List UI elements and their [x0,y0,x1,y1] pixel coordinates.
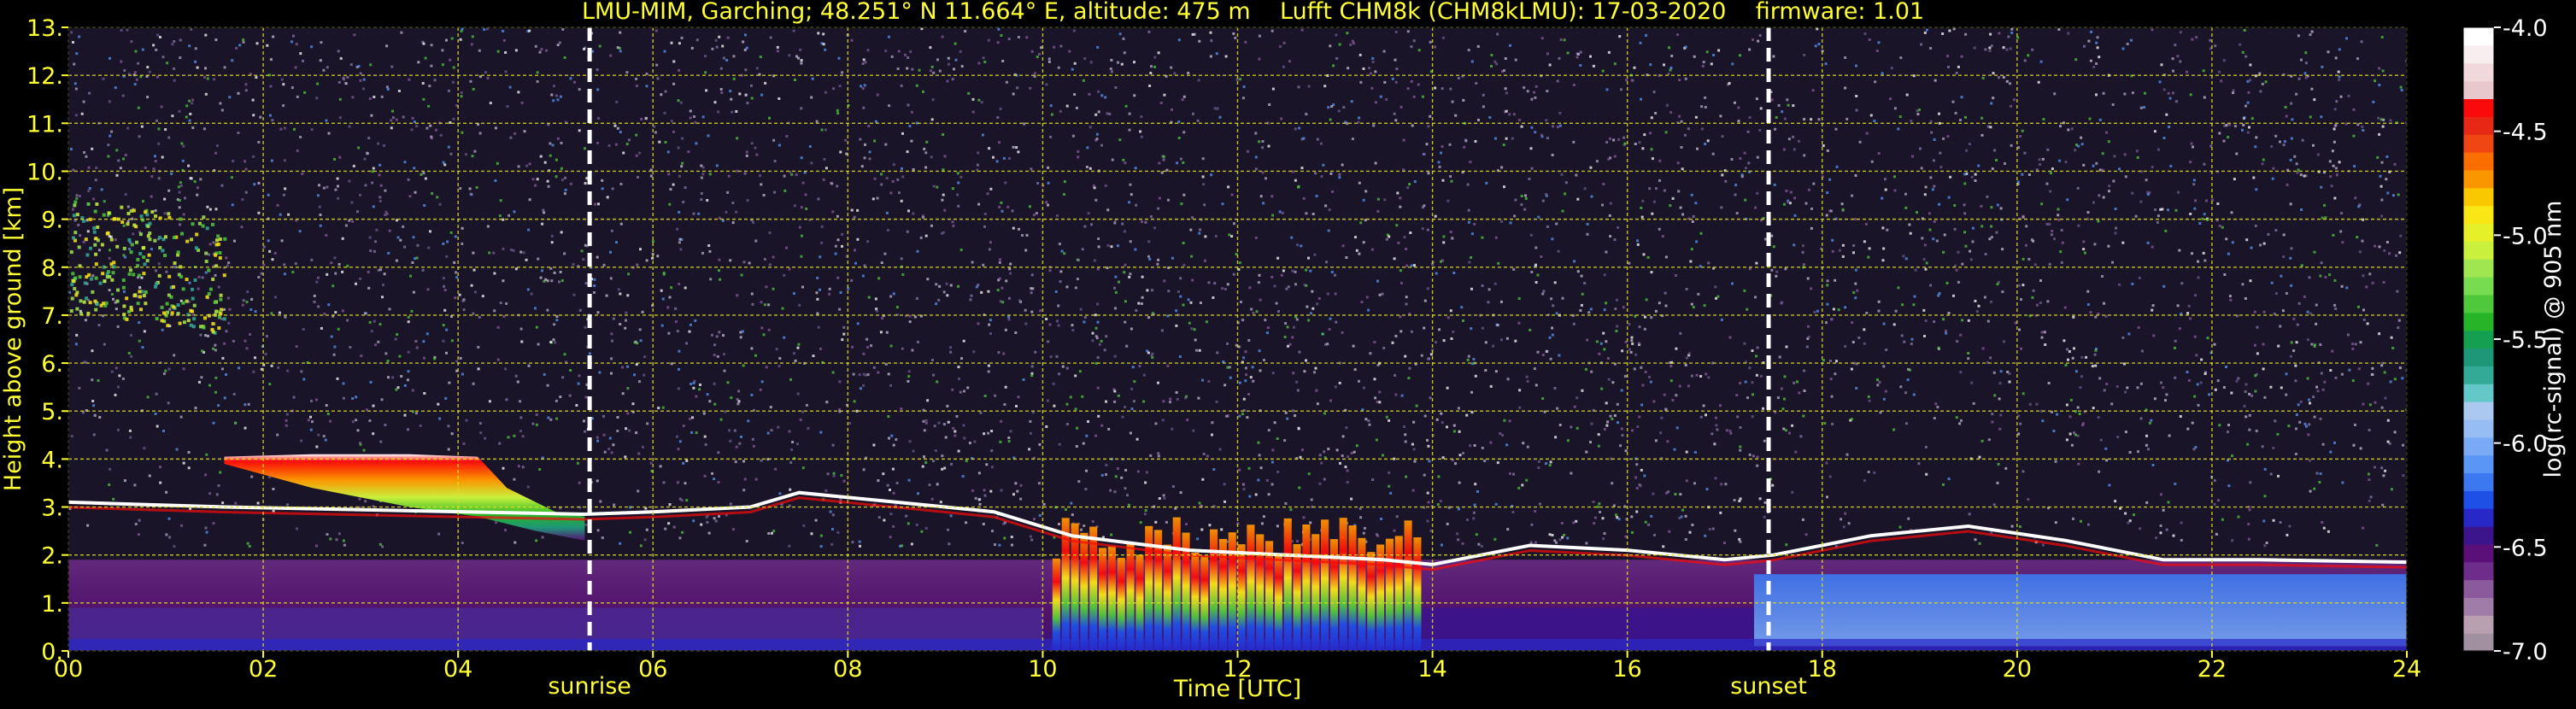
y-tick-label: 8. [41,255,63,282]
y-tick-label: 6. [41,351,63,378]
colorbar-segment [2463,152,2494,170]
y-tick-label: 3. [41,495,63,522]
colorbar-segment [2463,241,2494,259]
colorbar-segment [2463,508,2494,526]
y-tick-label: 1. [41,591,63,618]
y-tick-label: 2. [41,543,63,570]
colorbar-segment [2463,63,2494,81]
colorbar-segment [2463,562,2494,580]
y-axis-label: Height above ground [km] [0,187,26,491]
y-tick-label: 9. [41,208,63,234]
colorbar-segment [2463,188,2494,206]
x-tick-label: 20 [2003,656,2032,683]
colorbar-segment [2463,134,2494,152]
y-tick-label: 5. [41,399,63,425]
colorbar-segment [2463,223,2494,241]
colorbar-segment [2463,384,2494,401]
x-tick-label: 16 [1612,656,1641,683]
colorbar-tick-label: -6.5 [2503,535,2548,561]
x-tick-label: 06 [638,656,667,683]
y-tick-label: 13. [26,15,63,42]
event-label-sunset: sunset [1730,673,1807,700]
colorbar-segment [2463,81,2494,99]
colorbar-segment [2463,615,2494,633]
colorbar-tick-label: -4.5 [2503,120,2548,146]
x-tick-label: 24 [2392,656,2421,683]
chart-title: LMU-MIM, Garching; 48.251° N 11.664° E, … [582,0,2576,25]
colorbar-segment [2463,116,2494,134]
colorbar-segment [2463,27,2494,45]
aerosol-core-evening [1754,574,2407,646]
x-tick-label: 14 [1417,656,1446,683]
x-tick-label: 02 [249,656,278,683]
colorbar-segment [2463,366,2494,384]
x-tick-label: 22 [2198,656,2227,683]
colorbar-segment [2463,526,2494,544]
colorbar-segment [2463,490,2494,508]
colorbar-segment [2463,295,2494,313]
colorbar-segment [2463,313,2494,331]
colorbar-tick-label: -7.0 [2503,639,2548,665]
x-tick-label: 08 [833,656,862,683]
event-label-sunrise: sunrise [548,673,631,700]
colorbar-segment [2463,597,2494,615]
x-tick-label: 04 [443,656,472,683]
colorbar-segment [2463,259,2494,277]
colorbar-segment [2463,580,2494,598]
ceilometer-figure: LMU-MIM, Garching; 48.251° N 11.664° E, … [0,0,2576,706]
colorbar-segment [2463,633,2494,651]
colorbar-segment [2463,437,2494,455]
colorbar-segment [2463,206,2494,224]
y-tick-label: 0. [41,639,63,665]
colorbar-segment [2463,45,2494,63]
colorbar-segment [2463,544,2494,562]
x-tick-label: 10 [1028,656,1057,683]
colorbar-segment [2463,170,2494,188]
x-tick-label: 18 [1808,656,1837,683]
colorbar-segment [2463,419,2494,437]
y-tick-label: 11. [26,111,63,138]
colorbar-segment [2463,277,2494,295]
y-tick-label: 12. [26,63,63,90]
y-tick-label: 10. [26,159,63,185]
y-tick-label: 4. [41,447,63,473]
colorbar-segment [2463,348,2494,366]
colorbar-segment [2463,331,2494,349]
x-axis-label: Time [UTC] [1173,676,1301,702]
y-tick-label: 7. [41,303,63,330]
colorbar-segment [2463,455,2494,473]
colorbar-segment [2463,98,2494,116]
colorbar-segment [2463,472,2494,490]
colorbar-segment [2463,401,2494,419]
chart-svg: sunrisesunset 00020406081012141618202224… [0,0,2576,706]
colorbar-label: log(rc-signal) @ 905 nm [2540,201,2567,478]
